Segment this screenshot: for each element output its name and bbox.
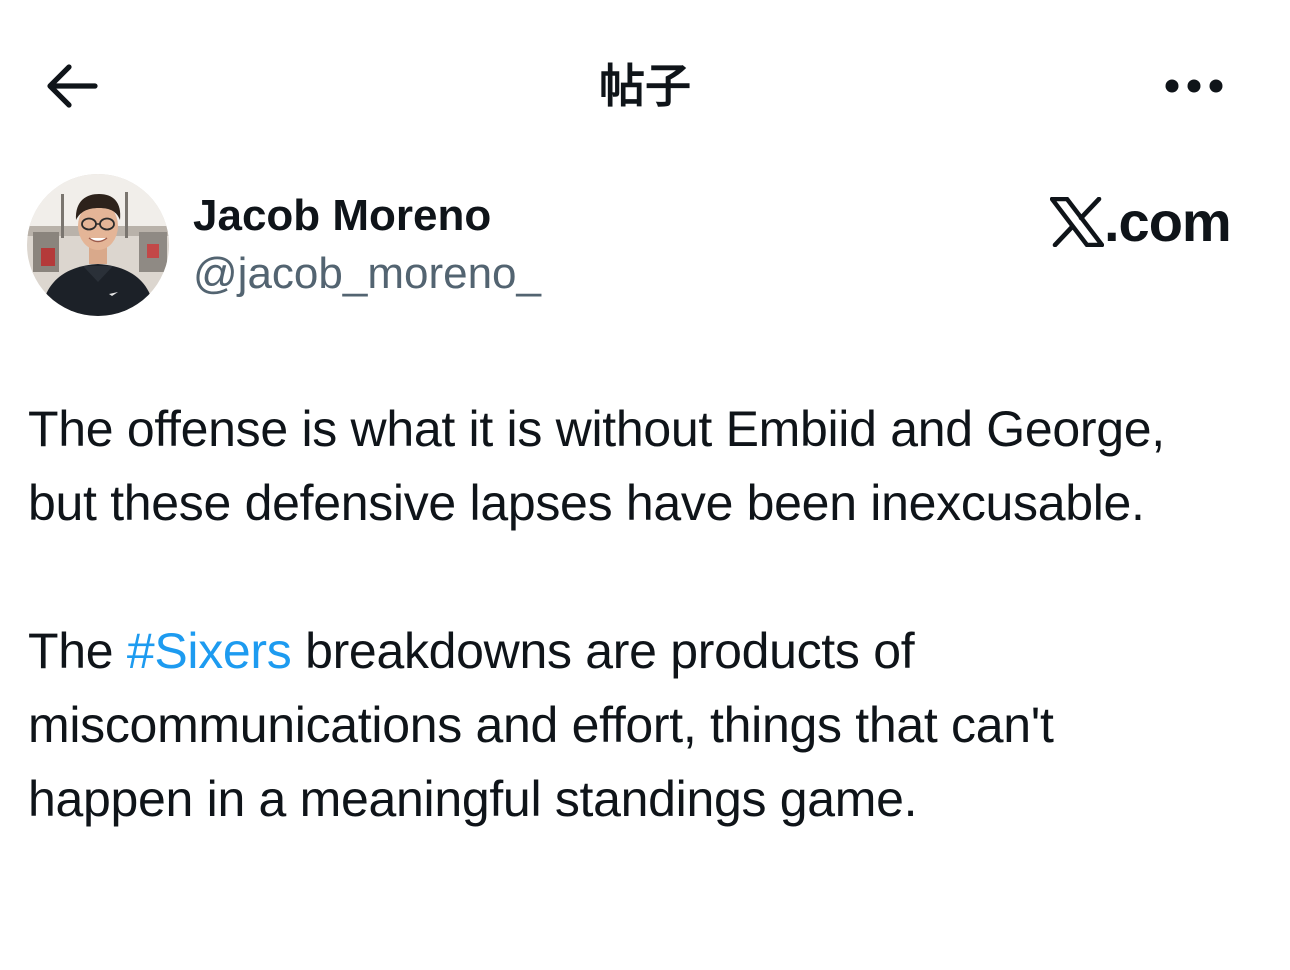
tweet-author: Jacob Moreno @jacob_moreno_ .com [0,170,1290,320]
more-options-button[interactable] [1158,60,1230,112]
page-title: 帖子 [599,59,691,113]
x-com-watermark: .com [1050,190,1232,253]
author-handle[interactable]: @jacob_moreno_ [193,248,541,300]
back-button[interactable] [38,56,104,116]
tweet-paragraph: The #Sixers breakdowns are products of m… [28,614,1228,836]
more-horizontal-icon [1165,79,1223,93]
avatar-photo [27,174,169,316]
top-navigation-bar: 帖子 [0,0,1290,170]
tweet-body: The offense is what it is without Embiid… [28,392,1228,836]
avatar[interactable] [27,174,169,316]
tweet-paragraph: The offense is what it is without Embiid… [28,401,1165,531]
author-display-name[interactable]: Jacob Moreno [193,190,491,242]
watermark-text: .com [1104,190,1232,253]
hashtag-link[interactable]: #Sixers [127,623,292,679]
x-logo-icon [1050,197,1104,247]
tweet-text-segment: The [28,623,127,679]
arrow-left-icon [47,64,98,108]
